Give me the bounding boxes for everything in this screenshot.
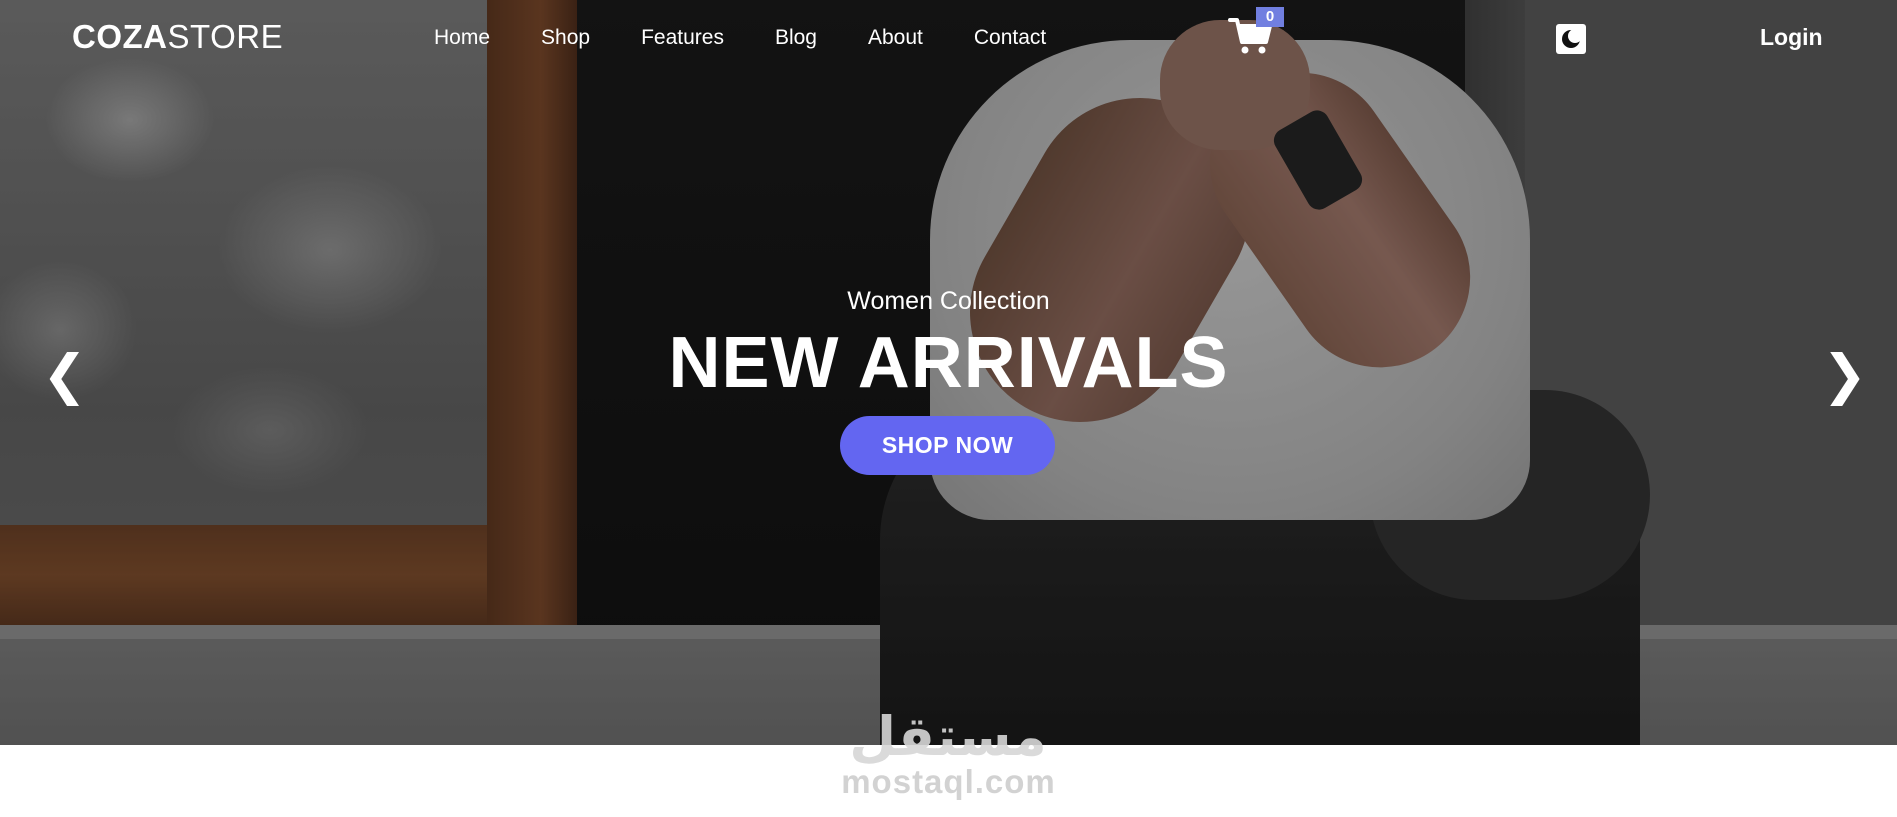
slider-prev-arrow[interactable]: ❮ — [42, 345, 87, 405]
shop-now-button[interactable]: SHOP NOW — [840, 416, 1055, 475]
moon-icon — [1562, 29, 1582, 48]
watermark-text: mostaql.com — [841, 763, 1056, 800]
hero-banner: COZASTORE Home Shop Features Blog About … — [0, 0, 1897, 745]
theme-toggle-button[interactable] — [1556, 24, 1586, 54]
nav-item-shop[interactable]: Shop — [541, 26, 590, 50]
hero-headline: NEW ARRIVALS — [668, 323, 1229, 403]
brand-logo-light: STORE — [167, 18, 284, 55]
brand-logo-bold: COZA — [72, 18, 168, 55]
cart-count-badge: 0 — [1256, 7, 1284, 27]
login-link[interactable]: Login — [1760, 24, 1823, 51]
main-nav: Home Shop Features Blog About Contact — [434, 26, 1097, 50]
brand-logo[interactable]: COZASTORE — [72, 18, 283, 56]
nav-item-home[interactable]: Home — [434, 26, 490, 50]
nav-item-blog[interactable]: Blog — [775, 26, 817, 50]
nav-item-contact[interactable]: Contact — [974, 26, 1046, 50]
slider-next-arrow[interactable]: ❯ — [1822, 345, 1867, 405]
watermark-logo-text: مستقل — [849, 705, 1047, 768]
nav-item-about[interactable]: About — [868, 26, 923, 50]
hero-subtitle: Women Collection — [847, 287, 1050, 315]
nav-item-features[interactable]: Features — [641, 26, 724, 50]
